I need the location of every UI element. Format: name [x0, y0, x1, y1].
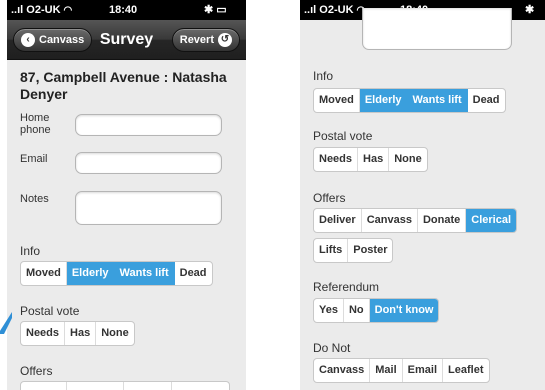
- offers-clerical[interactable]: Clerical: [466, 209, 516, 232]
- offers-deliver[interactable]: Deliver: [314, 209, 362, 232]
- do-not-label: Do Not: [313, 341, 351, 355]
- postal-vote-segmented: Needs Has None: [313, 147, 428, 172]
- postal-vote-label: Postal vote: [20, 304, 80, 318]
- info-elderly[interactable]: Elderly: [359, 89, 408, 112]
- postal-none[interactable]: None: [96, 322, 134, 345]
- postal-vote-label: Postal vote: [313, 129, 373, 143]
- postal-vote-segmented: Needs Has None: [20, 321, 135, 346]
- referendum-no[interactable]: No: [344, 299, 370, 322]
- referendum-dont-know[interactable]: Don't know: [369, 299, 439, 322]
- battery-icon: ▭: [216, 4, 227, 16]
- postal-has[interactable]: Has: [358, 148, 390, 171]
- info-segmented: Moved Elderly Wants lift Dead: [313, 88, 506, 113]
- email-input[interactable]: [75, 152, 222, 174]
- signal-icon: ..ıl: [11, 4, 24, 16]
- nav-bar: ‹ Canvass Survey Revert ↺: [7, 20, 246, 60]
- info-elderly[interactable]: Elderly: [66, 262, 115, 285]
- referendum-yes[interactable]: Yes: [314, 299, 344, 322]
- home-phone-input[interactable]: [75, 114, 222, 136]
- info-label: Info: [20, 244, 41, 258]
- revert-button[interactable]: Revert ↺: [171, 28, 240, 52]
- do-not-leaflet[interactable]: Leaflet: [443, 359, 488, 382]
- do-not-mail[interactable]: Mail: [370, 359, 403, 382]
- bluetooth-icon: ✱: [525, 4, 535, 16]
- postal-has[interactable]: Has: [65, 322, 97, 345]
- carrier-name: O2-UK: [319, 4, 354, 16]
- do-not-email[interactable]: Email: [403, 359, 444, 382]
- do-not-segmented: Canvass Mail Email Leaflet: [313, 358, 490, 383]
- info-label: Info: [313, 69, 334, 83]
- offers-label: Offers: [20, 364, 53, 378]
- bluetooth-icon: ✱: [204, 4, 214, 16]
- offers-canvass[interactable]: Canvass: [362, 209, 418, 232]
- offers-option[interactable]: [172, 382, 229, 390]
- offers-option[interactable]: [67, 382, 125, 390]
- status-time: 18:40: [109, 4, 138, 16]
- info-segmented: Moved Elderly Wants lift Dead: [20, 261, 213, 286]
- home-phone-label: Home phone: [20, 112, 51, 136]
- info-moved[interactable]: Moved: [21, 262, 67, 285]
- pointer-arrow-icon: [0, 312, 12, 334]
- notes-label: Notes: [20, 193, 49, 205]
- postal-needs[interactable]: Needs: [21, 322, 66, 345]
- offers-option[interactable]: [21, 382, 67, 390]
- status-bar: ..ıl O2-UK ◠ 18:40 ✱ ▭: [7, 0, 246, 20]
- address-heading: 87, Campbell Avenue : Natasha Denyer: [20, 69, 227, 102]
- undo-icon: ↺: [218, 33, 232, 47]
- referendum-label: Referendum: [313, 280, 380, 294]
- info-dead[interactable]: Dead: [468, 89, 505, 112]
- do-not-canvass[interactable]: Canvass: [314, 359, 371, 382]
- info-dead[interactable]: Dead: [175, 262, 212, 285]
- offers-lifts[interactable]: Lifts: [314, 239, 349, 262]
- offers-segmented-row2: Lifts Poster: [313, 238, 394, 263]
- carrier-name: O2-UK: [26, 4, 61, 16]
- email-label: Email: [20, 153, 48, 165]
- offers-poster[interactable]: Poster: [348, 239, 392, 262]
- offers-segmented: [20, 381, 230, 390]
- survey-screen-right: ..ıl O2-UK◠ 18:40 ✱ Info Moved Elderly W…: [300, 0, 545, 390]
- postal-none[interactable]: None: [389, 148, 427, 171]
- signal-icon: ..ıl: [304, 4, 317, 16]
- info-wants-lift[interactable]: Wants lift: [114, 262, 175, 285]
- notes-input[interactable]: [75, 191, 222, 225]
- offers-donate[interactable]: Donate: [418, 209, 467, 232]
- wifi-icon: ◠: [63, 5, 73, 16]
- offers-segmented-row1: Deliver Canvass Donate Clerical: [313, 208, 517, 233]
- info-moved[interactable]: Moved: [314, 89, 360, 112]
- notes-input[interactable]: [362, 8, 512, 50]
- offers-option[interactable]: [124, 382, 172, 390]
- postal-needs[interactable]: Needs: [314, 148, 359, 171]
- info-wants-lift[interactable]: Wants lift: [407, 89, 468, 112]
- offers-label: Offers: [313, 191, 346, 205]
- survey-screen-left: ..ıl O2-UK ◠ 18:40 ✱ ▭ ‹ Canvass Survey Re…: [7, 0, 246, 390]
- referendum-segmented: Yes No Don't know: [313, 298, 440, 323]
